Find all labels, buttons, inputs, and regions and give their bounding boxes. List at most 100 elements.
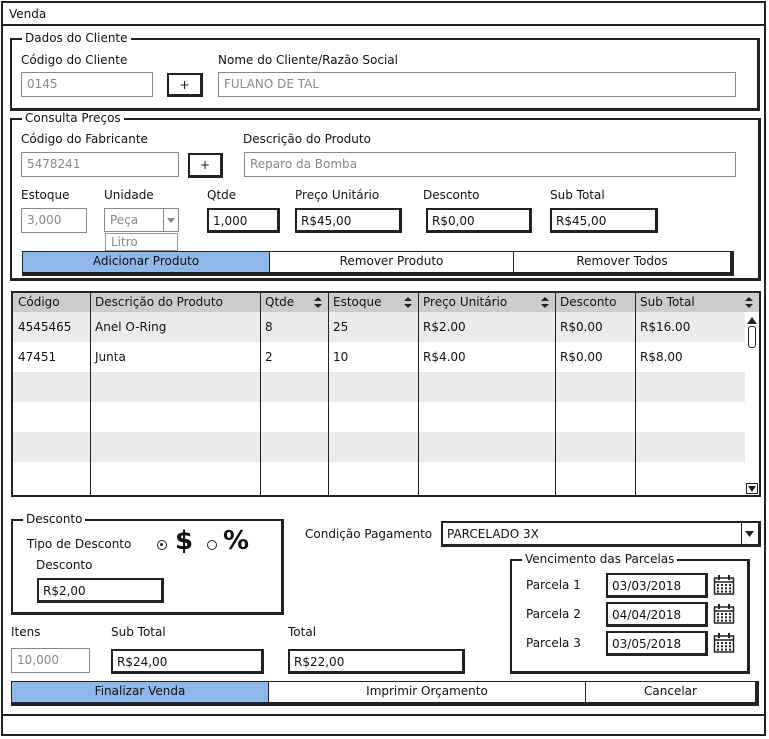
calendar-icon[interactable]: [713, 574, 735, 596]
remover-produto-button[interactable]: Remover Produto: [269, 251, 514, 273]
parcela-date-input[interactable]: 04/04/2018: [606, 602, 708, 627]
scroll-up-icon[interactable]: [746, 314, 760, 326]
chevron-down-icon: [745, 531, 754, 537]
tipo-desconto-label: Tipo de Desconto: [27, 537, 132, 551]
condicao-pagamento-label: Condição Pagamento: [305, 527, 433, 541]
table-cell: 2: [265, 350, 273, 364]
desconto-valor-input[interactable]: R$2,00: [37, 578, 164, 603]
table-cell: 47451: [18, 350, 57, 364]
calendar-icon[interactable]: [713, 603, 735, 625]
column-header[interactable]: Estoque: [333, 295, 382, 309]
table-cell: R$16.00: [640, 320, 691, 334]
sort-icon[interactable]: [403, 296, 413, 309]
status-bar: [3, 716, 764, 734]
table-cell: 4545465: [18, 320, 72, 334]
consulta-precos-legend: Consulta Preços: [22, 111, 124, 125]
footer-actions-bar: Finalizar Venda Imprimir Orçamento Cance…: [11, 681, 759, 706]
vencimento-parcelas-group: Vencimento das Parcelas Parcela 1 03/03/2…: [510, 552, 750, 674]
column-header[interactable]: Qtde: [265, 295, 294, 309]
parcela-date-input[interactable]: 03/03/2018: [606, 573, 708, 598]
parcela-label: Parcela 2: [526, 607, 581, 621]
table-cell: R$0.00: [560, 320, 603, 334]
table-cell: R$4.00: [423, 350, 466, 364]
desconto-legend: Desconto: [23, 512, 86, 526]
add-cliente-button[interactable]: +: [167, 73, 203, 97]
estoque-input[interactable]: 3,000: [21, 208, 87, 233]
imprimir-orcamento-button[interactable]: Imprimir Orçamento: [268, 681, 586, 703]
add-produto-search-button[interactable]: +: [188, 153, 223, 178]
column-header[interactable]: Sub Total: [640, 295, 695, 309]
total-input[interactable]: R$22,00: [288, 649, 465, 674]
sort-icon[interactable]: [313, 296, 323, 309]
itens-input[interactable]: 10,000: [11, 648, 90, 673]
column-header[interactable]: Desconto: [560, 295, 616, 309]
table-cell: 10: [333, 350, 349, 364]
column-header[interactable]: Código: [18, 295, 60, 309]
qtde-input[interactable]: 1,000: [207, 208, 280, 233]
nome-cliente-label: Nome do Cliente/Razão Social: [218, 53, 398, 67]
cancelar-button[interactable]: Cancelar: [585, 681, 756, 703]
condicao-pagamento-toggle[interactable]: [741, 523, 759, 544]
table-cell: R$2.00: [423, 320, 466, 334]
subtotal-geral-input[interactable]: R$24,00: [111, 649, 264, 674]
qtde-label: Qtde: [207, 188, 237, 202]
subtotal-geral-label: Sub Total: [111, 625, 166, 639]
desconto-produto-label: Desconto: [423, 188, 480, 202]
radio-valor-fixo[interactable]: [157, 540, 167, 550]
desconto-produto-input[interactable]: R$0,00: [426, 208, 532, 233]
produto-actions-bar: Adicionar Produto Remover Produto Remove…: [22, 251, 734, 276]
estoque-label: Estoque: [21, 188, 70, 202]
vencimento-parcelas-legend: Vencimento das Parcelas: [522, 552, 678, 566]
table-cell: R$8.00: [640, 350, 683, 364]
column-header[interactable]: Preço Unitário: [423, 295, 507, 309]
table-row[interactable]: [13, 372, 759, 402]
descricao-produto-label: Descrição do Produto: [243, 132, 371, 146]
sort-icon[interactable]: [540, 296, 550, 309]
subtotal-produto-input[interactable]: R$45,00: [550, 208, 658, 233]
table-scrollbar[interactable]: [745, 312, 759, 495]
codigo-cliente-label: Código do Cliente: [21, 53, 128, 67]
calendar-icon[interactable]: [713, 632, 735, 654]
table-cell: 25: [333, 320, 349, 334]
column-divider: [260, 293, 261, 495]
nome-cliente-input[interactable]: FULANO DE TAL: [218, 72, 736, 97]
column-header[interactable]: Descrição do Produto: [95, 295, 223, 309]
table-row[interactable]: [13, 432, 759, 462]
dados-cliente-legend: Dados do Cliente: [22, 31, 131, 45]
desconto-valor-label: Desconto: [36, 558, 93, 572]
consulta-precos-group: Consulta Preços Código do Fabricante 547…: [10, 111, 761, 281]
condicao-pagamento-select[interactable]: PARCELADO 3X: [441, 521, 761, 547]
parcela-label: Parcela 1: [526, 578, 581, 592]
table-row[interactable]: [13, 462, 759, 492]
venda-window: Venda Dados do Cliente Código do Cliente…: [1, 1, 766, 736]
table-row[interactable]: [13, 402, 759, 432]
preco-unitario-input[interactable]: R$45,00: [295, 208, 402, 233]
condicao-pagamento-value: PARCELADO 3X: [447, 527, 539, 541]
table-cell: Junta: [95, 350, 126, 364]
window-title: Venda: [9, 7, 47, 21]
codigo-fabricante-input[interactable]: 5478241: [21, 152, 179, 177]
percent-icon: %: [223, 526, 250, 556]
title-separator: [3, 24, 764, 26]
finalizar-venda-button[interactable]: Finalizar Venda: [11, 681, 269, 703]
remover-todos-button[interactable]: Remover Todos: [513, 251, 731, 273]
descricao-produto-input[interactable]: Reparo da Bomba: [244, 152, 736, 177]
unidade-dropdown-toggle[interactable]: [163, 209, 179, 231]
itens-label: Itens: [11, 625, 41, 639]
radio-percentual[interactable]: [207, 540, 217, 550]
desconto-group: Desconto Tipo de Desconto $ % Desconto R…: [11, 512, 284, 615]
unidade-selected-value: Peça: [110, 213, 139, 227]
adicionar-produto-button[interactable]: Adicionar Produto: [22, 251, 270, 273]
column-divider: [418, 293, 419, 495]
table-cell: Anel O-Ring: [95, 320, 167, 334]
unidade-option-litro[interactable]: Litro: [105, 233, 178, 251]
parcela-date-input[interactable]: 03/05/2018: [606, 631, 708, 656]
scroll-thumb[interactable]: [748, 326, 756, 348]
codigo-cliente-input[interactable]: 0145: [21, 72, 153, 97]
sort-icon[interactable]: [744, 296, 754, 309]
parcela-label: Parcela 3: [526, 636, 581, 650]
produtos-table: Código Descrição do Produto Qtde Estoque Pre…: [11, 291, 761, 497]
dollar-icon: $: [175, 526, 194, 556]
scroll-down-icon[interactable]: [746, 483, 760, 495]
preco-unitario-label: Preço Unitário: [295, 188, 380, 202]
